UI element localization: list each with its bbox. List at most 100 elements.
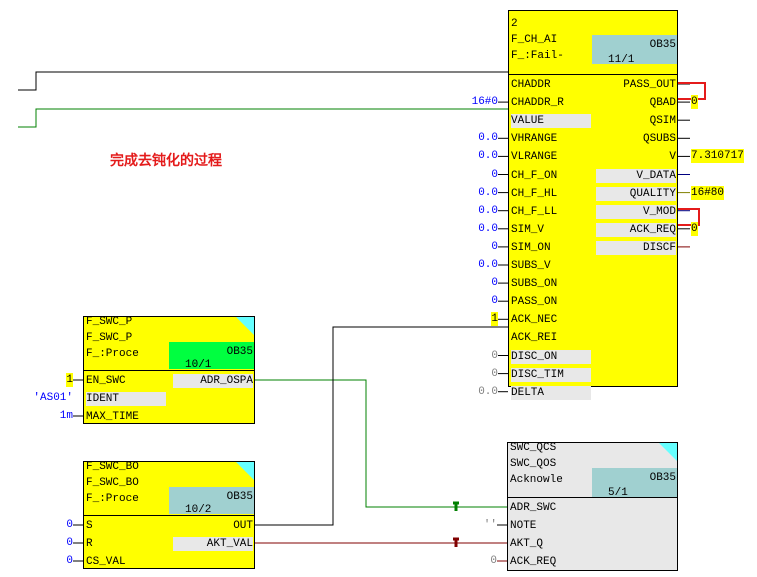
input-value[interactable]: 0 — [491, 240, 498, 254]
input-pin-ch-f-hl[interactable]: CH_F_HL — [511, 187, 557, 201]
block-header-line: F_SWC_P — [86, 316, 133, 328]
input-value[interactable]: 1 — [66, 373, 73, 387]
input-value[interactable]: 0.0 — [478, 131, 498, 145]
block-divider — [508, 497, 677, 498]
input-pin-vlrange[interactable]: VLRANGE — [511, 150, 557, 164]
input-pin-adr-swc[interactable]: ADR_SWC — [510, 501, 556, 515]
runtime-tag: OB35 11/1 — [592, 35, 677, 66]
input-pin-ack-nec[interactable]: ACK_NEC — [511, 313, 557, 327]
block-swc-qcs[interactable]: SWC_QCS SWC_QOS Acknowle OB35 5/1 ADR_SWC NOTE… — [507, 442, 678, 571]
runtime-ob: OB35 — [649, 39, 676, 51]
input-value[interactable]: 1m — [60, 409, 73, 423]
input-value[interactable]: 0 — [66, 536, 73, 550]
input-pin-ch-f-on[interactable]: CH_F_ON — [511, 169, 557, 183]
input-value[interactable]: 0.0 — [478, 186, 498, 200]
output-pin-akt-val[interactable]: AKT_VAL — [173, 537, 253, 551]
input-value[interactable]: 0.0 — [478, 204, 498, 218]
block-f-ch-ai[interactable]: 2 F_CH_AI F_:Fail- OB35 11/1 CHADDR CHADDR_R VA… — [508, 10, 678, 400]
output-pin-qbad[interactable]: QBAD — [650, 96, 676, 110]
input-pin-vhrange[interactable]: VHRANGE — [511, 132, 557, 146]
input-value[interactable]: 0 — [491, 294, 498, 308]
runtime-tag: OB35 10/1 — [169, 342, 254, 371]
wire-chaddr[interactable] — [18, 71, 508, 91]
output-pin-discf[interactable]: DISCF — [596, 240, 676, 255]
cfc-chart-canvas: 完成去钝化的过程 2 F_CH_AI F_:Fail- OB35 11/1 CHADDR C… — [0, 0, 757, 577]
output-value[interactable]: 0 — [691, 95, 698, 110]
input-pin-chaddr-r[interactable]: CHADDR_R — [511, 96, 564, 110]
block-header-line: 2 — [511, 18, 518, 30]
input-pin-s[interactable]: S — [86, 519, 93, 533]
block-header-line: F_:Proce — [86, 348, 139, 360]
input-value[interactable]: 0.0 — [478, 222, 498, 236]
output-pin-adr-ospa[interactable]: ADR_OSPA — [173, 374, 253, 388]
input-pin-ch-f-ll[interactable]: CH_F_LL — [511, 205, 557, 219]
input-value[interactable]: 0.0 — [478, 258, 498, 272]
input-value[interactable]: 0 — [491, 367, 498, 381]
input-value[interactable]: 1 — [491, 312, 498, 327]
block-header-line: F_SWC_BO — [86, 477, 139, 489]
input-value[interactable]: 'AS01' — [33, 391, 73, 405]
block-header-line: F_SWC_BO — [86, 461, 139, 473]
block-header-line: F_CH_AI — [511, 34, 558, 46]
block-header-line: F_SWC_P — [86, 332, 133, 344]
output-pin-qsim[interactable]: QSIM — [650, 114, 676, 128]
input-value[interactable]: 0.0 — [478, 385, 498, 399]
input-pin-en-swc[interactable]: EN_SWC — [86, 374, 126, 388]
input-pin-r[interactable]: R — [86, 537, 93, 551]
input-pin-ack-req[interactable]: ACK_REQ — [510, 555, 556, 569]
wire-out-to-ack-rei[interactable] — [254, 326, 508, 526]
runtime-ob: OB35 — [649, 472, 676, 484]
output-pin-qsubs[interactable]: QSUBS — [643, 132, 676, 146]
block-corner-marker — [236, 462, 254, 480]
block-header-line: SWC_QCS — [510, 442, 557, 454]
block-f-swc-p[interactable]: F_SWC_P F_SWC_P F_:Proce OB35 10/1 EN_SWC IDEN… — [83, 316, 255, 424]
input-value[interactable]: '' — [484, 518, 497, 532]
runtime-ob: OB35 — [226, 346, 253, 358]
block-f-swc-bo[interactable]: F_SWC_BO F_SWC_BO F_:Proce OB35 10/2 S R CS_VAL… — [83, 461, 255, 569]
input-value[interactable]: 0 — [491, 276, 498, 290]
input-value[interactable]: 0 — [66, 518, 73, 532]
output-pin-out[interactable]: OUT — [233, 519, 253, 533]
block-header-line: F_:Fail- — [511, 50, 564, 62]
output-value[interactable]: 0 — [691, 221, 698, 236]
input-value[interactable]: 0 — [66, 554, 73, 568]
input-pin-ident[interactable]: IDENT — [86, 392, 166, 406]
input-value[interactable]: 0 — [491, 168, 498, 182]
block-divider — [509, 74, 677, 75]
block-corner-marker — [236, 317, 254, 335]
output-pin-quality[interactable]: QUALITY — [596, 186, 676, 201]
annotation-text: 完成去钝化的过程 — [110, 153, 222, 169]
input-pin-subs-on[interactable]: SUBS_ON — [511, 277, 557, 291]
block-divider — [84, 370, 254, 371]
output-value[interactable]: 7.310717 — [691, 149, 744, 164]
wire-adr-ospa-to-adr-swc[interactable] — [254, 379, 507, 508]
block-header-line: F_:Proce — [86, 493, 139, 505]
output-pin-v-data[interactable]: V_DATA — [596, 168, 676, 183]
input-pin-disc-on[interactable]: DISC_ON — [511, 349, 591, 364]
wire-value[interactable] — [18, 108, 508, 128]
input-pin-max-time[interactable]: MAX_TIME — [86, 410, 139, 424]
input-pin-ack-rei[interactable]: ACK_REI — [511, 331, 557, 345]
input-value[interactable]: 0.0 — [478, 149, 498, 163]
output-pin-v[interactable]: V — [669, 150, 676, 164]
output-value[interactable]: 16#80 — [691, 185, 725, 200]
input-pin-akt-q[interactable]: AKT_Q — [510, 537, 543, 551]
input-pin-delta[interactable]: DELTA — [511, 385, 591, 400]
input-value[interactable]: 0 — [491, 349, 498, 363]
input-pin-cs-val[interactable]: CS_VAL — [86, 555, 126, 569]
input-pin-subs-v[interactable]: SUBS_V — [511, 259, 551, 273]
output-pin-v-mod[interactable]: V_MOD — [596, 204, 676, 219]
output-pin-pass-out[interactable]: PASS_OUT — [623, 78, 676, 92]
input-pin-note[interactable]: NOTE — [510, 519, 536, 533]
input-pin-sim-v[interactable]: SIM_V — [511, 223, 544, 237]
input-value[interactable]: 16#0 — [472, 95, 498, 109]
runtime-ob: OB35 — [226, 491, 253, 503]
input-pin-sim-on[interactable]: SIM_ON — [511, 241, 551, 255]
input-pin-chaddr[interactable]: CHADDR — [511, 78, 551, 92]
input-pin-value[interactable]: VALUE — [511, 114, 591, 129]
output-pin-ack-req[interactable]: ACK_REQ — [596, 222, 676, 237]
input-pin-pass-on[interactable]: PASS_ON — [511, 295, 557, 309]
runtime-sequence: 11/1 — [608, 54, 635, 66]
input-value[interactable]: 0 — [490, 554, 497, 568]
input-pin-disc-tim[interactable]: DISC_TIM — [511, 367, 591, 382]
